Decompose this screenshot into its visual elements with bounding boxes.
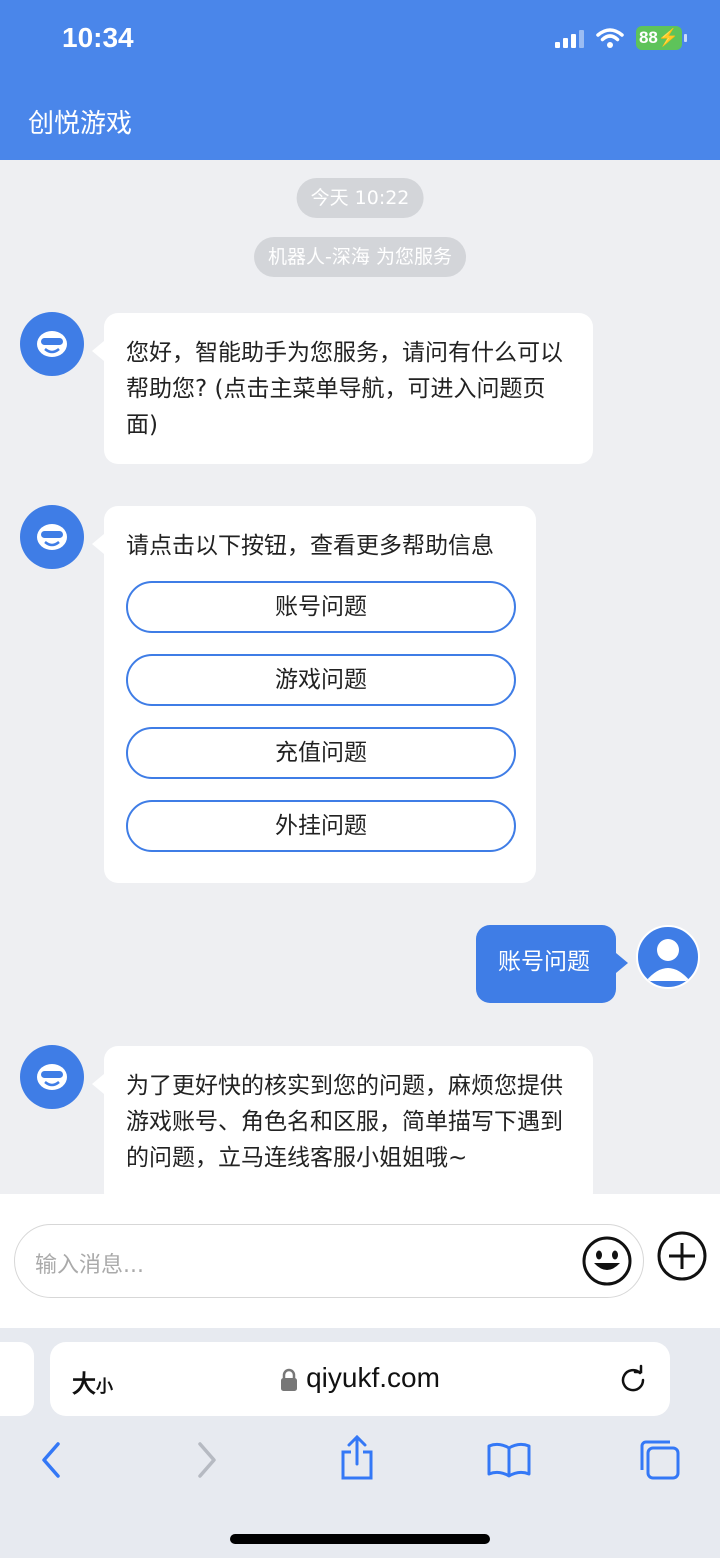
back-icon[interactable] <box>36 1440 66 1480</box>
forward-icon[interactable] <box>192 1440 222 1480</box>
page-title: 创悦游戏 <box>28 109 133 139</box>
lock-icon <box>281 1368 298 1391</box>
plus-icon[interactable] <box>656 1230 708 1282</box>
share-icon[interactable] <box>338 1434 376 1482</box>
home-indicator <box>230 1534 490 1544</box>
reload-icon[interactable] <box>618 1364 648 1394</box>
message-input[interactable]: 输入消息... <box>14 1224 644 1298</box>
bot-message-3-text: 为了更好快的核实到您的问题，麻烦您提供游戏账号、角色名和区服，简单描写下遇到的问… <box>126 1073 563 1171</box>
date-pill: 今天 10:22 <box>296 178 424 218</box>
url-text: qiyukf.com <box>306 1362 440 1393</box>
tabs-icon[interactable] <box>638 1438 682 1482</box>
bot-message-1-text: 您好，智能助手为您服务，请问有什么可以帮助您? (点击主菜单导航，可进入问题页面… <box>126 340 563 438</box>
battery-level: 88 <box>638 28 658 47</box>
message-input-placeholder: 输入消息... <box>35 1253 144 1278</box>
option-game-button[interactable]: 游戏问题 <box>126 654 516 706</box>
bot-message-2: 请点击以下按钮，查看更多帮助信息 账号问题 游戏问题 充值问题 外挂问题 <box>92 506 536 883</box>
signal-icon <box>555 28 584 48</box>
chat-area[interactable]: 今天 10:22 机器人-深海 为您服务 您好，智能助手为您服务，请问有什么可以… <box>0 160 720 1194</box>
robot-icon <box>20 312 84 376</box>
address-bar[interactable]: 大小 qiyukf.com <box>50 1342 670 1416</box>
wifi-icon <box>596 28 624 48</box>
status-time: 10:34 <box>62 22 134 53</box>
robot-icon <box>20 1045 84 1109</box>
bookmarks-icon[interactable] <box>486 1442 532 1478</box>
user-message: 账号问题 <box>476 925 628 1003</box>
battery-icon: 88 ⚡ <box>636 26 687 50</box>
user-message-text: 账号问题 <box>498 949 590 975</box>
browser-toolbar: 大小 qiyukf.com <box>0 1328 720 1558</box>
option-account-button[interactable]: 账号问题 <box>126 581 516 633</box>
app-header: 10:34 88 ⚡ 创悦游戏 <box>0 0 720 160</box>
option-cheat-button[interactable]: 外挂问题 <box>126 800 516 852</box>
emoji-icon[interactable] <box>581 1235 633 1287</box>
status-icons: 88 ⚡ <box>555 26 687 50</box>
bot-message-1: 您好，智能助手为您服务，请问有什么可以帮助您? (点击主菜单导航，可进入问题页面… <box>92 313 593 464</box>
bot-message-2-text: 请点击以下按钮，查看更多帮助信息 <box>126 533 494 559</box>
robot-icon <box>20 505 84 569</box>
option-recharge-button[interactable]: 充值问题 <box>126 727 516 779</box>
bot-message-3: 为了更好快的核实到您的问题，麻烦您提供游戏账号、角色名和区服，简单描写下遇到的问… <box>92 1046 593 1194</box>
service-pill: 机器人-深海 为您服务 <box>254 237 466 277</box>
previous-tab[interactable] <box>0 1342 34 1416</box>
user-icon <box>636 925 700 989</box>
url-display[interactable]: qiyukf.com <box>50 1362 670 1394</box>
composer: 输入消息... <box>0 1194 720 1328</box>
